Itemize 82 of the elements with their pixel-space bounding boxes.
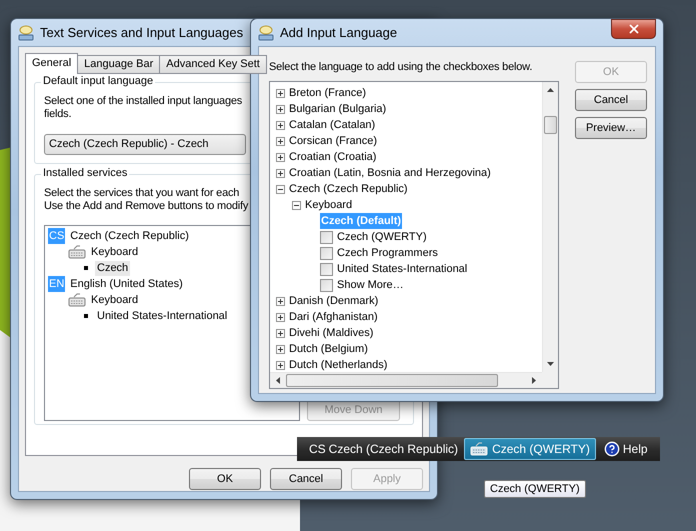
language-name[interactable]: Czech (Czech Republic) <box>328 442 458 456</box>
tree-item[interactable]: Czech (Czech Republic) <box>68 228 191 244</box>
description-text: fields. <box>44 108 72 121</box>
close-icon <box>626 22 640 36</box>
window-title: Add Input Language <box>280 25 398 40</box>
tree-item[interactable]: Keyboard <box>304 197 354 213</box>
tree-item[interactable]: Catalan (Catalan) <box>288 117 376 133</box>
tree-item[interactable]: Croatian (Croatia) <box>288 149 378 165</box>
tree-item[interactable]: Czech <box>95 260 130 276</box>
tree-item[interactable]: Danish (Denmark) <box>288 293 380 309</box>
language-code: EN <box>48 276 66 292</box>
tree-item[interactable]: Czech (QWERTY) <box>336 229 428 245</box>
tree-item[interactable]: Keyboard <box>89 292 140 308</box>
collapse-icon[interactable] <box>276 184 285 194</box>
window-title: Text Services and Input Languages <box>40 25 244 40</box>
scroll-right-icon[interactable] <box>532 377 536 384</box>
tree-item[interactable]: Show More… <box>336 277 405 293</box>
language-icon <box>258 24 274 40</box>
tree-item[interactable]: Croatian (Latin, Bosnia and Herzegovina) <box>288 165 492 181</box>
tree-item[interactable]: Corsican (France) <box>288 133 378 149</box>
bullet-icon <box>84 266 88 270</box>
close-button[interactable] <box>611 19 656 39</box>
tooltip: Czech (QWERTY) <box>484 480 586 498</box>
checkbox[interactable] <box>320 230 333 244</box>
expand-icon[interactable] <box>276 360 285 370</box>
tree-item[interactable]: Dutch (Netherlands) <box>288 357 388 372</box>
tree-item[interactable]: Keyboard <box>89 244 140 260</box>
dialog-button[interactable]: Preview… <box>575 117 647 139</box>
tree-item[interactable]: Dari (Afghanistan) <box>288 309 379 325</box>
description-text: Use the Add and Remove buttons to modify <box>44 200 248 213</box>
tree-item[interactable]: Bulgarian (Bulgaria) <box>288 101 388 117</box>
language-icon <box>18 24 34 40</box>
horizontal-scrollbar[interactable] <box>270 372 542 388</box>
vertical-scrollbar[interactable] <box>542 82 558 372</box>
expand-icon[interactable] <box>276 344 285 354</box>
description-text: Select the services that you want for each <box>44 187 240 200</box>
tree-item[interactable]: Breton (France) <box>288 85 368 101</box>
checkbox[interactable] <box>320 262 333 276</box>
keyboard-icon <box>68 293 86 307</box>
scroll-down-icon[interactable] <box>547 362 554 366</box>
language-code: CS <box>309 442 326 456</box>
tree-item[interactable]: United States-International <box>95 308 230 324</box>
expand-icon[interactable] <box>276 312 285 322</box>
expand-icon[interactable] <box>276 328 285 338</box>
tree-item[interactable]: Czech Programmers <box>336 245 439 261</box>
tab[interactable]: General <box>25 53 78 74</box>
bullet-icon <box>84 314 88 318</box>
scroll-left-icon[interactable] <box>276 377 280 384</box>
group-heading: Installed services <box>41 167 130 179</box>
dialog-button[interactable]: Cancel <box>270 468 342 490</box>
description-text: Select one of the installed input languages <box>44 95 242 108</box>
scroll-up-icon[interactable] <box>547 88 554 92</box>
checkbox[interactable] <box>320 278 333 292</box>
tree-item[interactable]: English (United States) <box>68 276 185 292</box>
expand-icon[interactable] <box>276 168 285 178</box>
keyboard-layout-button[interactable]: Czech (QWERTY) <box>464 438 596 460</box>
group-heading: Default input language <box>41 75 156 87</box>
scroll-thumb[interactable] <box>286 374 498 387</box>
dialog-button[interactable]: OK <box>189 468 261 490</box>
scroll-thumb[interactable] <box>544 116 557 134</box>
tab[interactable]: Language Bar <box>77 55 160 74</box>
tree-item[interactable]: Czech (Czech Republic) <box>288 181 409 197</box>
expand-icon[interactable] <box>276 296 285 306</box>
help-button[interactable]: Help <box>602 438 650 460</box>
help-icon <box>604 441 620 457</box>
expand-icon[interactable] <box>276 120 285 130</box>
keyboard-icon <box>68 245 86 259</box>
expand-icon[interactable] <box>276 104 285 114</box>
expand-icon[interactable] <box>276 152 285 162</box>
language-dropdown[interactable]: Czech (Czech Republic) - Czech <box>44 134 246 155</box>
expand-icon[interactable] <box>276 136 285 146</box>
checkbox[interactable] <box>320 246 333 260</box>
keyboard-icon <box>470 442 488 456</box>
expand-icon[interactable] <box>276 88 285 98</box>
instruction-text: Select the language to add using the checkboxes below. <box>269 60 532 75</box>
tree-item[interactable]: Dutch (Belgium) <box>288 341 369 357</box>
language-code: CS <box>48 228 66 244</box>
tree-item[interactable]: Divehi (Maldives) <box>288 325 374 341</box>
tree-item[interactable]: United States-International <box>336 261 468 277</box>
dialog-button[interactable]: Cancel <box>575 89 647 111</box>
tab[interactable]: Advanced Key Sett <box>159 55 267 74</box>
collapse-icon[interactable] <box>292 200 301 210</box>
